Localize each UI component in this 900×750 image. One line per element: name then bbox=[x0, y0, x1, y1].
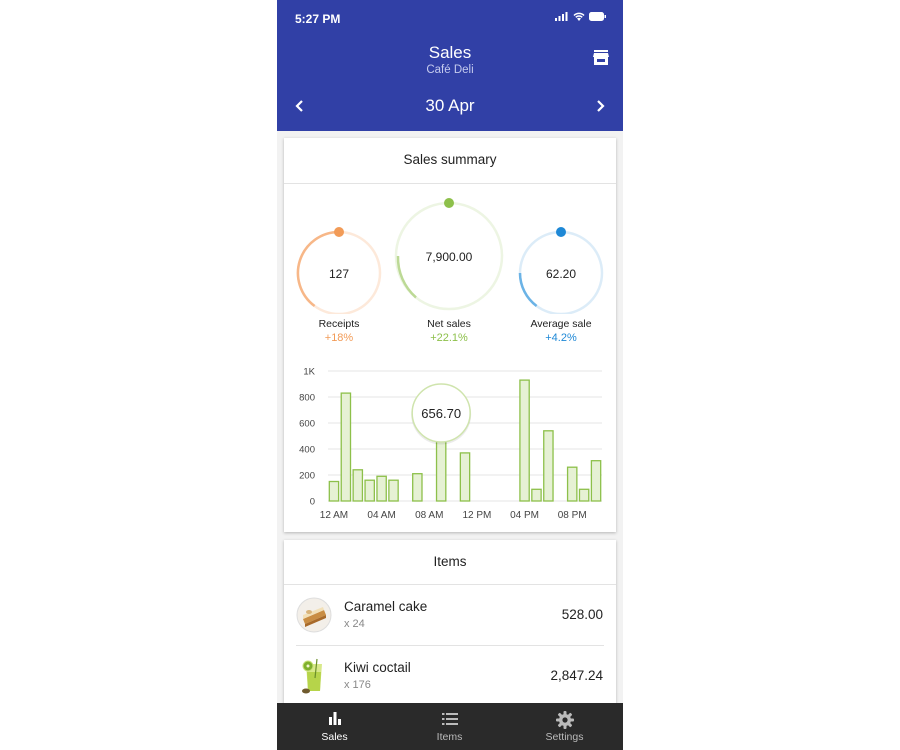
chart-bar bbox=[364, 479, 375, 502]
chart-bar bbox=[412, 473, 423, 502]
receipts-change: +18% bbox=[324, 332, 354, 344]
chart-bar bbox=[566, 466, 578, 502]
chart-bar bbox=[388, 479, 399, 502]
kiwi-cocktail-icon bbox=[302, 658, 322, 694]
average-sale-gauge[interactable]: 62.20 bbox=[518, 227, 604, 314]
chart-bar bbox=[543, 430, 554, 502]
x-tick-label: 12 PM bbox=[462, 510, 491, 521]
page-title: Sales bbox=[428, 43, 472, 62]
store-icon[interactable] bbox=[593, 50, 609, 65]
chart-bar bbox=[340, 392, 352, 502]
item-amount: 528.00 bbox=[561, 607, 603, 622]
chart-bar bbox=[531, 488, 542, 502]
average-sale-value: 62.20 bbox=[546, 267, 576, 281]
items-title: Items bbox=[433, 554, 467, 569]
date-label: 30 Apr bbox=[425, 96, 475, 115]
list-item[interactable]: Kiwi coctail x 176 2,847.24 bbox=[284, 646, 616, 706]
caramel-cake-icon bbox=[296, 597, 332, 633]
bar-chart-icon bbox=[329, 712, 341, 725]
tab-settings[interactable]: Settings bbox=[507, 703, 622, 750]
status-time: 5:27 PM bbox=[295, 12, 341, 26]
wifi-icon bbox=[573, 12, 585, 21]
list-icon bbox=[442, 713, 458, 725]
net-sales-gauge[interactable]: 7,900.00 bbox=[394, 198, 504, 311]
item-quantity: x 24 bbox=[344, 618, 365, 630]
average-sale-change: +4.2% bbox=[545, 332, 577, 344]
chart-bar bbox=[519, 379, 530, 502]
status-icons bbox=[555, 12, 607, 21]
y-tick-label: 200 bbox=[299, 471, 315, 482]
item-name: Kiwi coctail bbox=[344, 660, 411, 675]
store-name: Café Deli bbox=[426, 64, 474, 76]
hourly-sales-chart[interactable]: 0 200 400 600 800 1K 12 AM 04 AM 08 AM 12 PM 04 PM… bbox=[284, 360, 616, 530]
phone-screen: 5:27 PM Sales Café Deli 30 Apr Sales sum… bbox=[277, 0, 623, 750]
items-card: Items Caramel cake x 24 528.00 Kiwi coct… bbox=[284, 540, 616, 710]
x-tick-label: 04 AM bbox=[367, 510, 395, 521]
tab-settings-label: Settings bbox=[545, 731, 584, 743]
average-sale-label: Average sale bbox=[530, 318, 592, 330]
sales-summary-title: Sales summary bbox=[403, 152, 497, 167]
tab-sales[interactable]: Sales bbox=[277, 703, 392, 750]
next-day-button[interactable] bbox=[595, 97, 605, 117]
y-tick-label: 600 bbox=[299, 419, 315, 430]
item-name: Caramel cake bbox=[344, 599, 428, 614]
y-tick-label: 400 bbox=[299, 445, 315, 456]
receipts-label: Receipts bbox=[318, 318, 360, 330]
chart-bar bbox=[459, 452, 471, 502]
bottom-navigation: Sales Items Settings bbox=[277, 703, 623, 750]
x-tick-label: 04 PM bbox=[510, 510, 539, 521]
chart-bar bbox=[328, 480, 340, 502]
chevron-right-icon bbox=[597, 100, 605, 112]
signal-icon bbox=[555, 12, 568, 21]
chart-bar bbox=[352, 469, 364, 502]
y-tick-label: 1K bbox=[303, 367, 315, 378]
net-sales-value: 7,900.00 bbox=[426, 250, 473, 264]
sales-summary-card: Sales summary 127 7,900.00 62.20 Receipt… bbox=[284, 138, 616, 532]
net-sales-change: +22.1% bbox=[430, 332, 468, 344]
receipts-gauge[interactable]: 127 bbox=[296, 227, 382, 314]
x-tick-label: 08 PM bbox=[558, 510, 587, 521]
x-tick-label: 12 AM bbox=[320, 510, 348, 521]
chart-bar bbox=[578, 488, 590, 502]
y-tick-label: 0 bbox=[310, 497, 315, 508]
item-amount: 2,847.24 bbox=[550, 668, 603, 683]
chart-bar bbox=[590, 460, 602, 502]
tooltip-value: 656.70 bbox=[421, 406, 461, 421]
chart-bar bbox=[376, 475, 387, 502]
x-tick-label: 08 AM bbox=[415, 510, 443, 521]
gear-icon bbox=[556, 711, 574, 729]
item-quantity: x 176 bbox=[344, 679, 371, 691]
receipts-value: 127 bbox=[329, 267, 349, 281]
tab-sales-label: Sales bbox=[321, 731, 348, 743]
battery-icon bbox=[589, 12, 606, 21]
stats-gauges: 127 7,900.00 62.20 bbox=[296, 198, 604, 314]
app-header: 5:27 PM Sales Café Deli 30 Apr bbox=[277, 0, 623, 131]
list-item[interactable]: Caramel cake x 24 528.00 bbox=[284, 585, 616, 645]
tab-items-label: Items bbox=[436, 731, 463, 743]
net-sales-label: Net sales bbox=[427, 318, 471, 330]
date-navigator: 30 Apr bbox=[277, 96, 623, 120]
y-tick-label: 800 bbox=[299, 393, 315, 404]
tab-items[interactable]: Items bbox=[392, 703, 507, 750]
